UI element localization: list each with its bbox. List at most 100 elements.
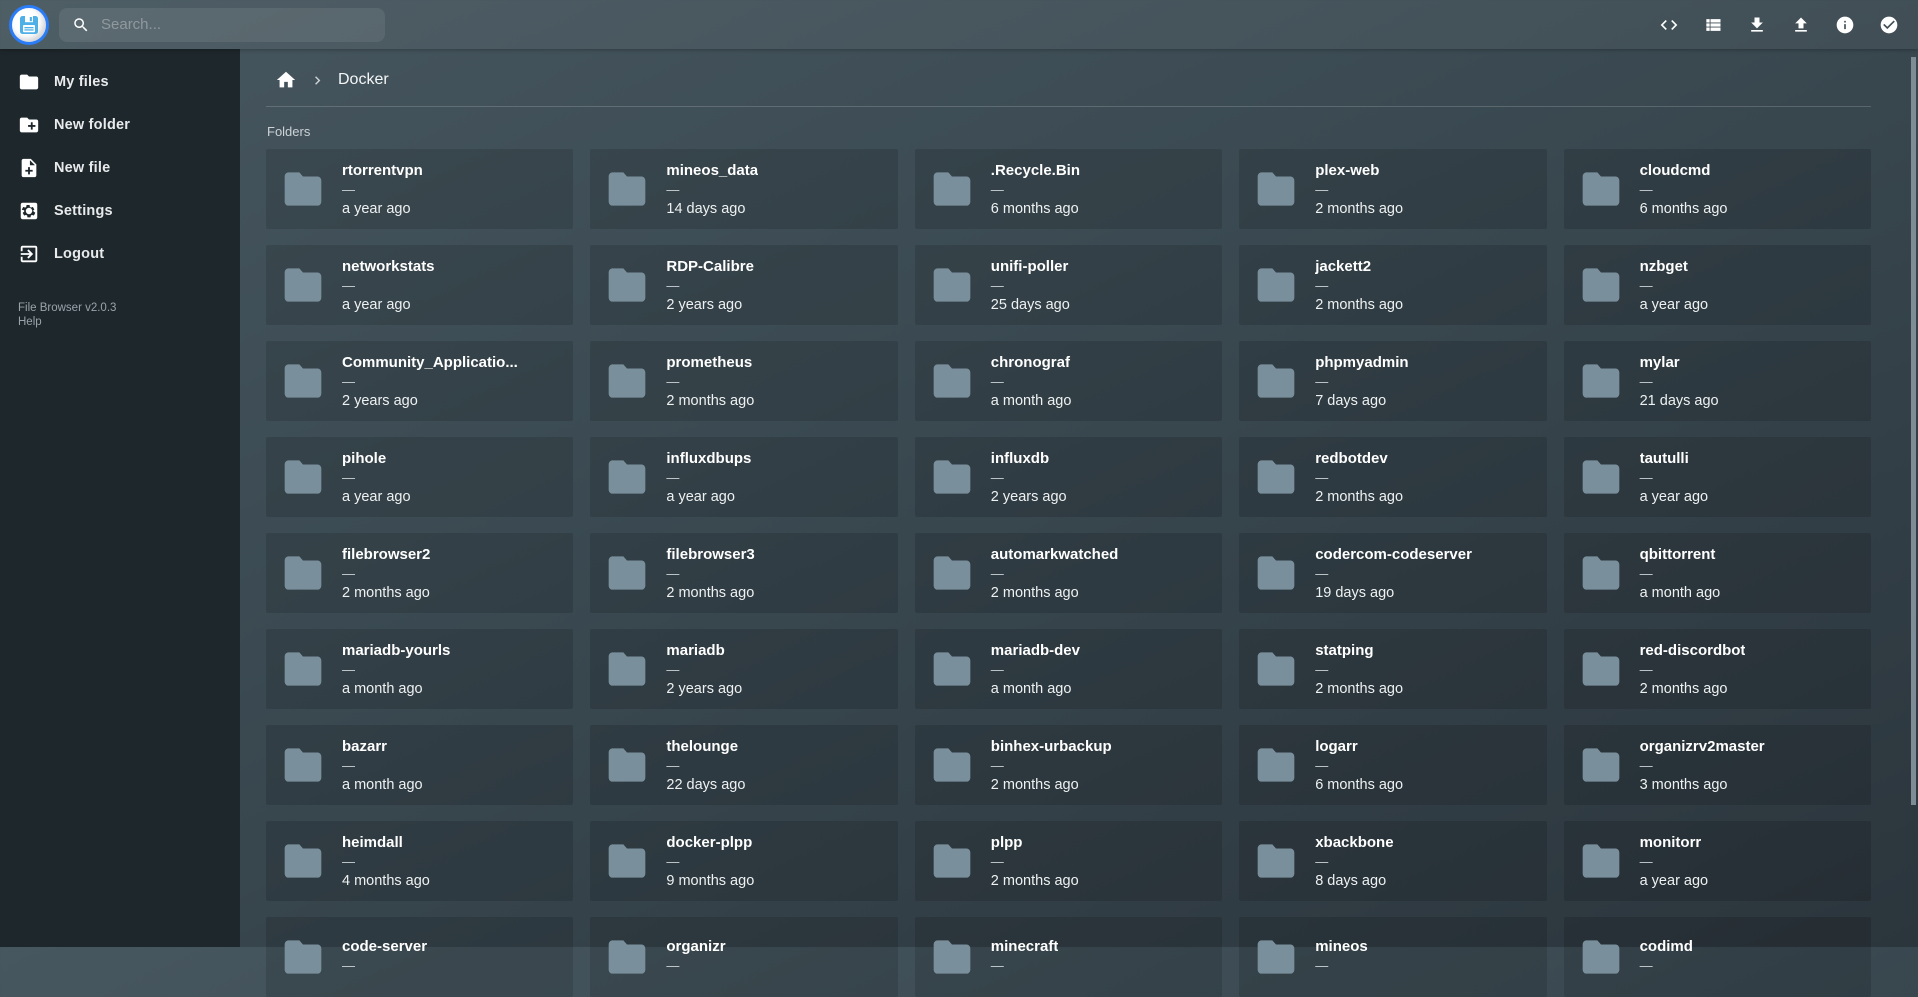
sidebar-item-label: My files [54,74,109,90]
folder-icon [281,164,325,214]
breadcrumb-current[interactable]: Docker [338,71,389,89]
folder-separator: — [991,471,1067,484]
folder-card[interactable]: thelounge — 22 days ago [590,725,897,805]
folder-icon [1579,932,1623,982]
folder-icon [1579,260,1623,310]
folder-card[interactable]: qbittorrent — a month ago [1564,533,1871,613]
info-button[interactable] [1835,15,1855,35]
folder-card[interactable]: mariadb-dev — a month ago [915,629,1222,709]
folder-name: pihole [342,450,411,467]
folder-card[interactable]: Community_Applicatio... — 2 years ago [266,341,573,421]
folder-card[interactable]: docker-plpp — 9 months ago [590,821,897,901]
folder-card-text: statping — 2 months ago [1315,642,1403,697]
sidebar-item-logout[interactable]: Logout [0,232,240,275]
folder-separator: — [991,759,1112,772]
folder-card[interactable]: filebrowser2 — 2 months ago [266,533,573,613]
folder-name: minecraft [991,938,1059,955]
folder-separator: — [1640,375,1719,388]
folder-card[interactable]: mineos — [1239,917,1546,997]
folder-icon [1579,164,1623,214]
folder-name: codimd [1640,938,1693,955]
folder-time: 2 years ago [666,297,754,313]
folder-card[interactable]: .Recycle.Bin — 6 months ago [915,149,1222,229]
vertical-scrollbar-thumb[interactable] [1911,57,1916,805]
folder-card[interactable]: unifi-poller — 25 days ago [915,245,1222,325]
folder-icon [1254,164,1298,214]
folder-card[interactable]: monitorr — a year ago [1564,821,1871,901]
sidebar-item-my-files[interactable]: My files [0,60,240,103]
folder-card[interactable]: codercom-codeserver — 19 days ago [1239,533,1546,613]
folder-card[interactable]: minecraft — [915,917,1222,997]
folder-card-text: logarr — 6 months ago [1315,738,1403,793]
folder-card[interactable]: logarr — 6 months ago [1239,725,1546,805]
folder-card[interactable]: xbackbone — 8 days ago [1239,821,1546,901]
select-multiple-button[interactable] [1879,15,1899,35]
help-link[interactable]: Help [18,316,240,330]
folder-separator: — [342,567,430,580]
folder-icon [930,548,974,598]
folder-card[interactable]: organizr — [590,917,897,997]
folder-card[interactable]: red-discordbot — 2 months ago [1564,629,1871,709]
sidebar-credits: File Browser v2.0.3 Help [18,302,240,329]
folder-card[interactable]: code-server — [266,917,573,997]
folder-icon [930,740,974,790]
folder-time: 2 months ago [1315,297,1403,313]
search-bar[interactable] [59,8,385,42]
app-logo[interactable] [9,5,49,45]
folder-card[interactable]: plpp — 2 months ago [915,821,1222,901]
search-input[interactable] [101,16,372,33]
folder-card[interactable]: mariadb-yourls — a month ago [266,629,573,709]
folder-card[interactable]: heimdall — 4 months ago [266,821,573,901]
folder-card[interactable]: statping — 2 months ago [1239,629,1546,709]
folder-name: prometheus [666,354,754,371]
folder-name: influxdbups [666,450,751,467]
folder-card[interactable]: influxdb — 2 years ago [915,437,1222,517]
toggle-shell-button[interactable] [1659,15,1679,35]
folder-card-text: heimdall — 4 months ago [342,834,430,889]
folder-icon [1579,452,1623,502]
folder-card[interactable]: tautulli — a year ago [1564,437,1871,517]
code-icon [1659,15,1679,35]
folder-card[interactable]: phpmyadmin — 7 days ago [1239,341,1546,421]
folder-card[interactable]: redbotdev — 2 months ago [1239,437,1546,517]
folder-card[interactable]: pihole — a year ago [266,437,573,517]
breadcrumb-home[interactable] [275,69,297,91]
folder-card[interactable]: automarkwatched — 2 months ago [915,533,1222,613]
folder-separator: — [342,279,435,292]
download-button[interactable] [1747,15,1767,35]
folder-card[interactable]: nzbget — a year ago [1564,245,1871,325]
folder-card[interactable]: chronograf — a month ago [915,341,1222,421]
folder-card[interactable]: binhex-urbackup — 2 months ago [915,725,1222,805]
folder-time: 2 months ago [666,585,754,601]
sidebar-item-settings[interactable]: Settings [0,189,240,232]
folder-card-text: mineos — [1315,938,1368,977]
folder-card[interactable]: rtorrentvpn — a year ago [266,149,573,229]
folder-card[interactable]: filebrowser3 — 2 months ago [590,533,897,613]
folder-card[interactable]: networkstats — a year ago [266,245,573,325]
folder-icon [1254,452,1298,502]
folder-separator: — [342,855,430,868]
folder-name: mariadb-dev [991,642,1080,659]
switch-view-button[interactable] [1703,15,1723,35]
sidebar-item-new-folder[interactable]: New folder [0,103,240,146]
folder-card-text: mylar — 21 days ago [1640,354,1719,409]
sidebar-item-new-file[interactable]: New file [0,146,240,189]
folder-card[interactable]: mylar — 21 days ago [1564,341,1871,421]
folder-card[interactable]: cloudcmd — 6 months ago [1564,149,1871,229]
folder-card[interactable]: prometheus — 2 months ago [590,341,897,421]
folder-card-text: nzbget — a year ago [1640,258,1709,313]
folder-card[interactable]: organizrv2master — 3 months ago [1564,725,1871,805]
upload-button[interactable] [1791,15,1811,35]
folder-card[interactable]: bazarr — a month ago [266,725,573,805]
folder-icon [281,740,325,790]
folder-icon [605,164,649,214]
folder-card[interactable]: jackett2 — 2 months ago [1239,245,1546,325]
folder-card[interactable]: codimd — [1564,917,1871,997]
folder-card[interactable]: plex-web — 2 months ago [1239,149,1546,229]
folder-icon [930,452,974,502]
folder-card[interactable]: mineos_data — 14 days ago [590,149,897,229]
folder-card[interactable]: mariadb — 2 years ago [590,629,897,709]
folder-card[interactable]: RDP-Calibre — 2 years ago [590,245,897,325]
folder-icon [930,644,974,694]
folder-card[interactable]: influxdbups — a year ago [590,437,897,517]
